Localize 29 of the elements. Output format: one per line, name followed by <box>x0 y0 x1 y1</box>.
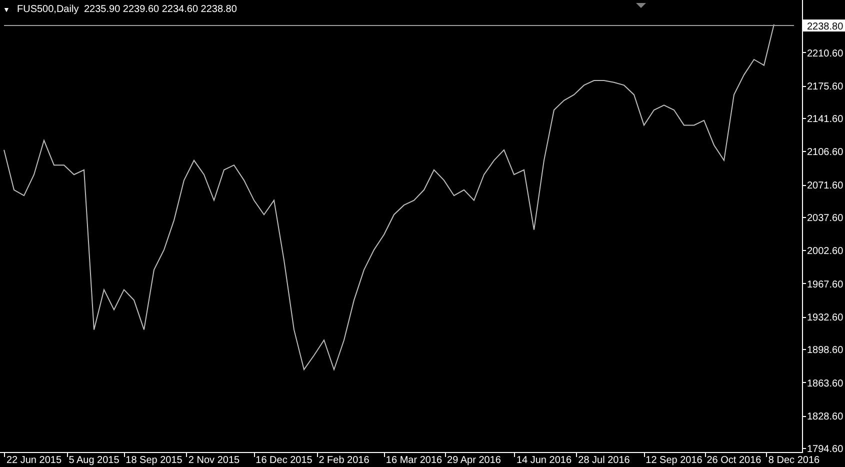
axis-label: 12 Sep 2016 <box>646 455 702 466</box>
axis-label: 18 Sep 2015 <box>126 455 182 466</box>
axis-label: 16 Mar 2016 <box>386 455 442 466</box>
axis-label: 2141.60 <box>807 114 844 125</box>
axis-label: 14 Jun 2016 <box>516 455 572 466</box>
axis-label: 26 Oct 2016 <box>706 455 762 466</box>
axis-label: 8 Dec 2016 <box>768 455 820 466</box>
axis-label: 2106.60 <box>807 147 844 158</box>
price-tag: 2238.80 <box>803 20 845 32</box>
axis-label: 2071.60 <box>807 180 844 192</box>
axis-label: 2 Feb 2016 <box>318 455 370 466</box>
axis-label: 29 Apr 2016 <box>447 455 501 466</box>
axis-label: 2002.60 <box>807 246 844 258</box>
axis-label: 1932.60 <box>807 312 844 324</box>
axis-label: 2175.60 <box>807 82 844 93</box>
symbol-title: FUS500,Daily <box>17 4 79 15</box>
axis-label: 2037.60 <box>807 212 844 224</box>
axis-label: 16 Dec 2015 <box>256 455 312 466</box>
axis-label: 2 Nov 2015 <box>188 455 240 466</box>
axis-label: 1794.60 <box>807 444 844 455</box>
axis-label: 1828.60 <box>807 412 844 423</box>
axis-label: 2210.60 <box>807 48 844 60</box>
axis-label: 1863.60 <box>807 378 844 390</box>
ohlc-values: 2235.90 2239.60 2234.60 2238.80 <box>84 4 237 15</box>
axis-label: 5 Aug 2015 <box>68 455 120 466</box>
axis-label: 22 Jun 2015 <box>6 455 62 466</box>
axis-label: 1967.60 <box>807 279 844 290</box>
axis-label: 1898.60 <box>807 345 844 356</box>
axis-label: 28 Jul 2016 <box>578 455 630 466</box>
